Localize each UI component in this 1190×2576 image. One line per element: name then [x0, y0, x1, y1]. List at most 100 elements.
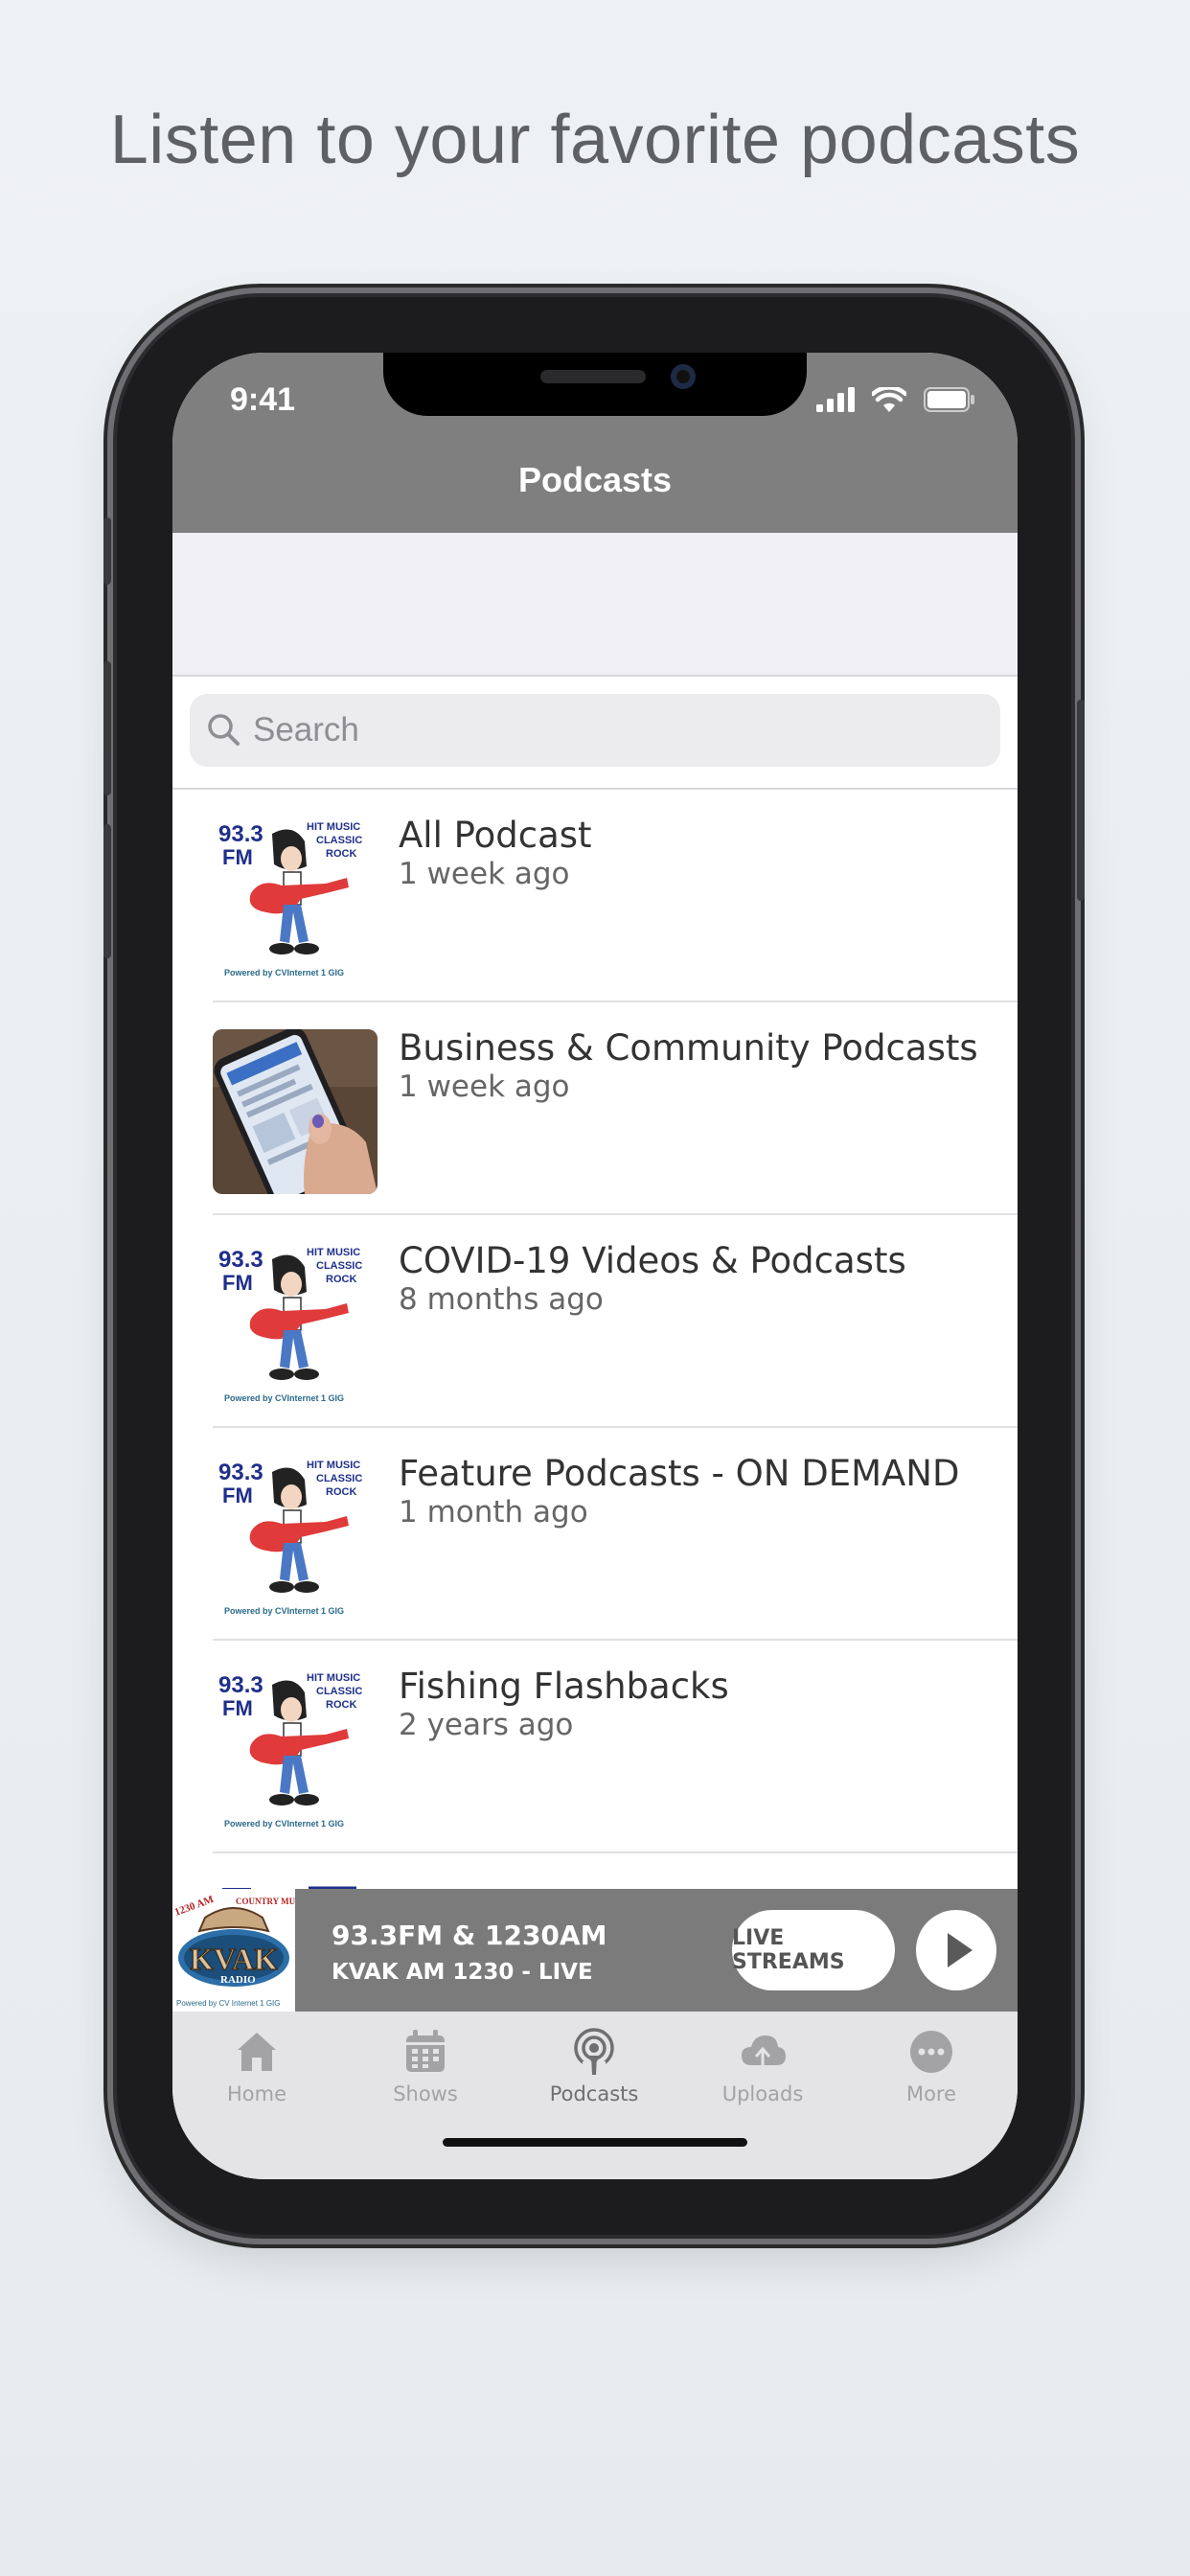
live-streams-button[interactable]: LIVE STREAMS: [732, 1910, 895, 1990]
wifi-icon: [872, 387, 906, 412]
now-playing-title: 93.3FM & 1230AM: [332, 1920, 607, 1951]
calendar-icon: [406, 2030, 445, 2072]
tab-uploads[interactable]: Uploads: [678, 2027, 847, 2113]
svg-text:CLASSIC: CLASSIC: [316, 835, 362, 846]
svg-text:93.3: 93.3: [218, 1460, 263, 1485]
play-button[interactable]: [916, 1910, 996, 1990]
kvak-logo-image: 1230 AM COUNTRY MUSIC KVAK RADIO Powered…: [172, 1889, 309, 2012]
svg-text:FM: FM: [222, 1696, 253, 1720]
list-item[interactable]: 93.3 FM HIT MUSIC CLASSIC ROCK Powered b…: [172, 790, 1018, 1002]
podcast-updated: 1 week ago: [399, 1070, 570, 1104]
more-icon: [910, 2031, 952, 2073]
svg-text:HIT MUSIC: HIT MUSIC: [307, 821, 360, 833]
svg-text:KVAK: KVAK: [190, 1942, 278, 1976]
play-icon: [948, 1933, 973, 1967]
mute-switch: [103, 518, 111, 585]
podcast-thumbnail: 93.3 FM HIT MUSIC CLASSIC ROCK Powered b…: [213, 1242, 378, 1407]
list-item[interactable]: 93.3 FM HIT MUSIC CLASSIC ROCK Powered b…: [172, 1428, 1018, 1641]
svg-text:CLASSIC: CLASSIC: [316, 1686, 362, 1697]
volume-down-button: [103, 824, 111, 958]
svg-text:Powered by CVInternet 1 GIG: Powered by CVInternet 1 GIG: [224, 968, 344, 978]
power-button: [1077, 700, 1085, 901]
tab-home[interactable]: Home: [172, 2027, 341, 2113]
svg-text:ROCK: ROCK: [326, 1486, 356, 1498]
svg-text:FM: FM: [222, 1484, 253, 1507]
tab-label: Shows: [393, 2082, 458, 2105]
tab-bar: Home Shows Podcasts Uploads More: [172, 2012, 1018, 2179]
tab-label: Home: [226, 2082, 286, 2105]
svg-text:FM: FM: [222, 845, 253, 869]
home-indicator[interactable]: [443, 2138, 747, 2147]
banner-area: [172, 533, 1018, 677]
podcast-thumbnail: 93.3 FM HIT MUSIC CLASSIC ROCK Powered b…: [213, 1668, 378, 1832]
home-icon: [238, 2033, 276, 2071]
svg-text:Powered by CVInternet 1 GIG: Powered by CVInternet 1 GIG: [224, 1819, 344, 1828]
list-item[interactable]: Business & Community Podcasts 1 week ago: [172, 1002, 1018, 1215]
tab-label: Podcasts: [549, 2082, 639, 2105]
podcast-thumbnail: 93.3 FM HIT MUSIC CLASSIC ROCK Powered b…: [213, 816, 378, 981]
podcast-updated: 8 months ago: [399, 1282, 604, 1317]
tab-podcasts[interactable]: Podcasts: [510, 2027, 678, 2113]
svg-text:Powered by CV Internet 1 GIG: Powered by CV Internet 1 GIG: [176, 1999, 281, 2008]
podcast-title: Fishing Flashbacks: [399, 1666, 729, 1707]
svg-text:CLASSIC: CLASSIC: [316, 1473, 362, 1484]
tab-shows[interactable]: Shows: [341, 2027, 510, 2113]
search-placeholder: Search: [253, 711, 359, 748]
podcast-updated: 1 week ago: [399, 857, 570, 891]
podcast-icon: [574, 2028, 614, 2075]
device-notch: [383, 353, 807, 416]
cloud-upload-icon: [742, 2036, 786, 2073]
podcast-title: Business & Community Podcasts: [399, 1027, 978, 1069]
podcast-thumbnail: 93.3 FM HIT MUSIC CLASSIC ROCK Powered b…: [213, 1455, 378, 1620]
station-logo: 1230 AM COUNTRY MUSIC KVAK RADIO Powered…: [172, 1889, 309, 2012]
app-screen: 9:41 Podcasts Search 93.3 FM HIT MUSIC C…: [172, 353, 1018, 2179]
page-title: Podcasts: [517, 460, 673, 499]
svg-text:93.3: 93.3: [218, 1247, 263, 1273]
podcast-title: Feature Podcasts - ON DEMAND: [399, 1453, 960, 1494]
search-input[interactable]: Search: [190, 694, 1000, 767]
svg-text:HIT MUSIC: HIT MUSIC: [307, 1247, 360, 1258]
status-time: 9:41: [230, 381, 296, 418]
podcast-thumbnail: [213, 1029, 378, 1194]
podcast-updated: 2 years ago: [399, 1708, 574, 1742]
podcast-updated: 1 month ago: [399, 1495, 588, 1530]
earpiece-speaker: [540, 370, 646, 383]
svg-text:Powered by CVInternet 1 GIG: Powered by CVInternet 1 GIG: [224, 1606, 344, 1616]
station-logo-image: 93.3 FM HIT MUSIC CLASSIC ROCK Powered b…: [213, 816, 378, 981]
search-icon: [208, 714, 240, 746]
tab-label: Uploads: [721, 2082, 804, 2105]
svg-text:CLASSIC: CLASSIC: [316, 1260, 362, 1272]
svg-text:COUNTRY MUSIC: COUNTRY MUSIC: [236, 1897, 295, 1906]
svg-text:FM: FM: [222, 1271, 253, 1295]
station-logo-image: 93.3 FM HIT MUSIC CLASSIC ROCK Powered b…: [213, 1242, 378, 1407]
search-container: Search: [172, 677, 1018, 790]
svg-text:HIT MUSIC: HIT MUSIC: [307, 1460, 360, 1471]
now-playing-subtitle: KVAK AM 1230 - LIVE: [332, 1960, 593, 1985]
battery-icon: [924, 387, 974, 412]
svg-text:ROCK: ROCK: [326, 1699, 356, 1711]
cellular-signal-icon: [816, 387, 855, 412]
svg-text:ROCK: ROCK: [326, 1274, 356, 1285]
now-playing-bar[interactable]: 1230 AM COUNTRY MUSIC KVAK RADIO Powered…: [172, 1889, 1018, 2012]
status-icons: [816, 385, 975, 414]
svg-text:ROCK: ROCK: [326, 848, 356, 860]
svg-text:Powered by CVInternet 1 GIG: Powered by CVInternet 1 GIG: [224, 1393, 344, 1403]
volume-up-button: [103, 661, 111, 795]
list-item[interactable]: 93.3 FM HIT MUSIC CLASSIC ROCK Powered b…: [172, 1641, 1018, 1853]
svg-text:93.3: 93.3: [218, 821, 263, 847]
podcast-title: COVID-19 Videos & Podcasts: [399, 1240, 906, 1281]
svg-text:HIT MUSIC: HIT MUSIC: [307, 1672, 360, 1684]
svg-text:93.3: 93.3: [218, 1672, 263, 1698]
tab-label: More: [905, 2082, 957, 2105]
front-camera: [671, 364, 696, 389]
podcast-title: All Podcast: [399, 815, 592, 856]
phone-photo-image: [213, 1029, 378, 1194]
list-item[interactable]: 93.3 FM HIT MUSIC CLASSIC ROCK Powered b…: [172, 1215, 1018, 1428]
station-logo-image: 93.3 FM HIT MUSIC CLASSIC ROCK Powered b…: [213, 1455, 378, 1620]
headline: Listen to your favorite podcasts: [109, 102, 1081, 178]
svg-text:RADIO: RADIO: [220, 1974, 256, 1986]
phone-frame: 9:41 Podcasts Search 93.3 FM HIT MUSIC C…: [103, 297, 1085, 2235]
tab-more[interactable]: More: [847, 2027, 1016, 2113]
podcast-list: 93.3 FM HIT MUSIC CLASSIC ROCK Powered b…: [172, 790, 1018, 2066]
station-logo-image: 93.3 FM HIT MUSIC CLASSIC ROCK Powered b…: [213, 1668, 378, 1832]
